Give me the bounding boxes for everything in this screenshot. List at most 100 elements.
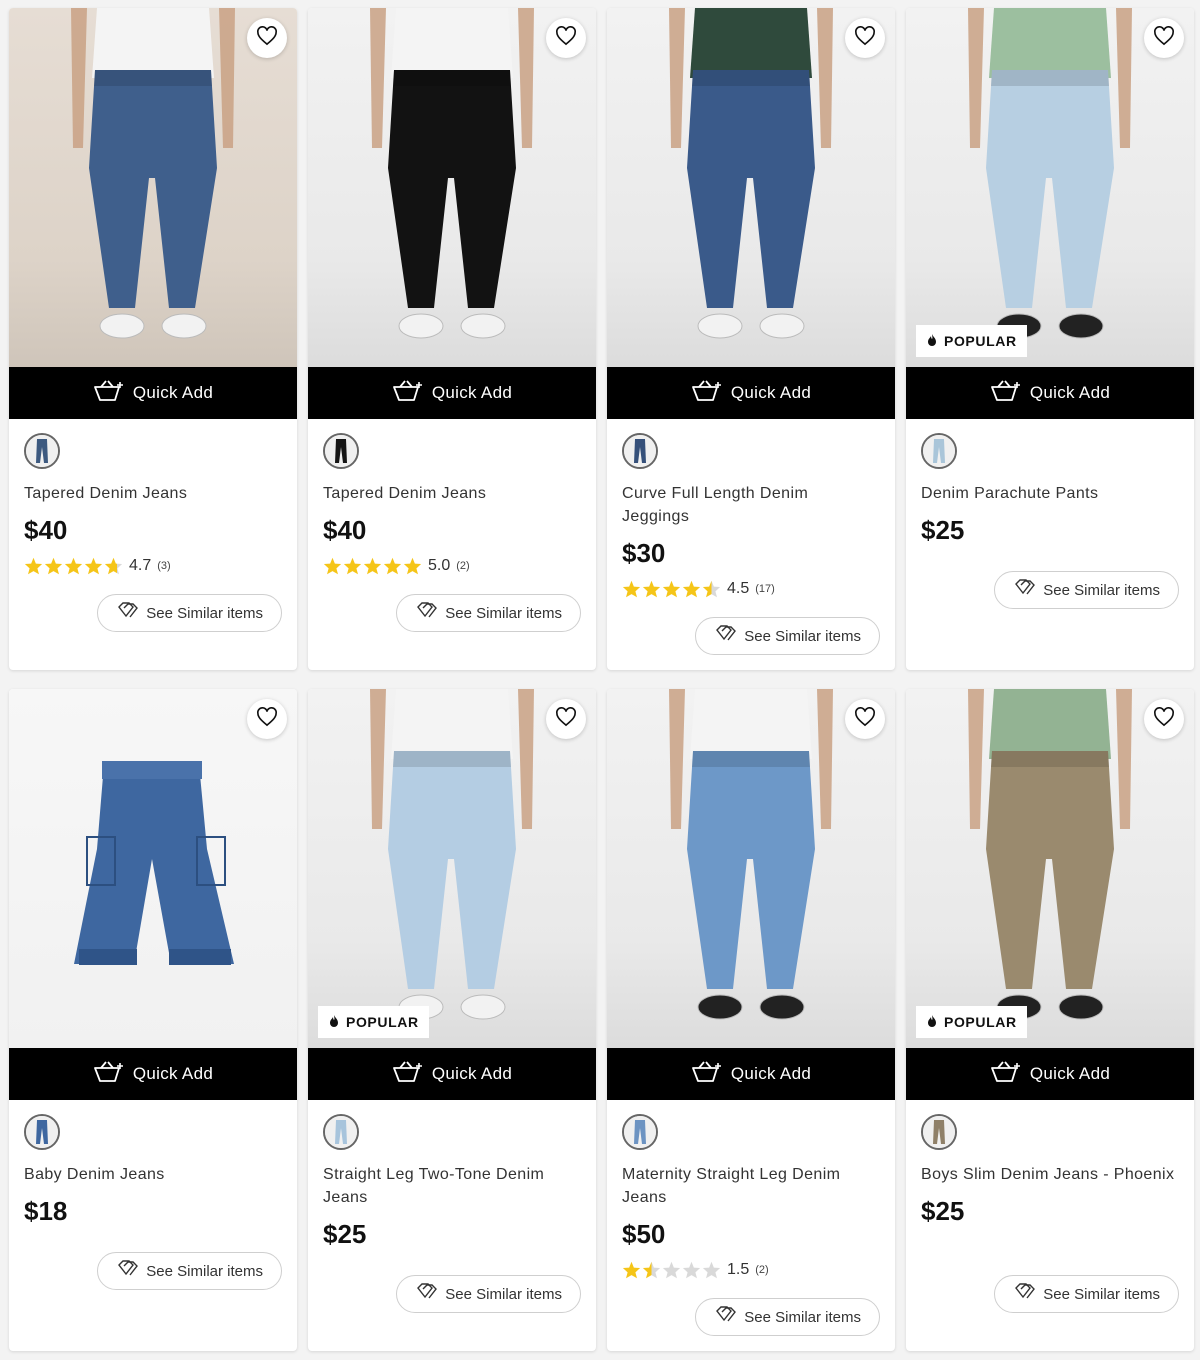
heart-icon bbox=[1153, 706, 1175, 732]
quick-add-button[interactable]: Quick Add bbox=[607, 1048, 895, 1100]
product-image bbox=[669, 8, 833, 339]
star-icon bbox=[682, 580, 701, 598]
quick-add-button[interactable]: Quick Add bbox=[9, 367, 297, 419]
see-similar-button[interactable]: See Similar items bbox=[994, 1275, 1179, 1313]
wishlist-button[interactable] bbox=[546, 18, 586, 58]
wishlist-button[interactable] bbox=[845, 18, 885, 58]
similar-icon bbox=[116, 1260, 140, 1282]
heart-icon bbox=[555, 25, 577, 51]
wishlist-button[interactable] bbox=[247, 699, 287, 739]
review-count: (2) bbox=[456, 560, 470, 572]
see-similar-button[interactable]: See Similar items bbox=[396, 594, 581, 632]
product-card[interactable]: Quick Add Curve Full Length Denim Jegging… bbox=[607, 8, 895, 670]
product-price: $18 bbox=[24, 1196, 68, 1226]
star-icon bbox=[104, 557, 123, 575]
product-card[interactable]: Quick Add Baby Denim Jeans $18 See Similar … bbox=[9, 689, 297, 1351]
product-price: $25 bbox=[921, 515, 965, 545]
quick-add-button[interactable]: Quick Add bbox=[9, 1048, 297, 1100]
heart-icon bbox=[256, 25, 278, 51]
quick-add-label: Quick Add bbox=[132, 1064, 214, 1083]
similar-icon bbox=[1013, 1283, 1037, 1305]
quick-add-button[interactable]: Quick Add bbox=[906, 1048, 1194, 1100]
heart-icon bbox=[555, 706, 577, 732]
see-similar-button[interactable]: See Similar items bbox=[97, 594, 282, 632]
product-image-area[interactable]: POPULAR bbox=[906, 8, 1194, 367]
product-name[interactable]: Tapered Denim Jeans bbox=[323, 482, 581, 505]
star-icon bbox=[44, 557, 63, 575]
heart-icon bbox=[1153, 25, 1175, 51]
see-similar-button[interactable]: See Similar items bbox=[97, 1252, 282, 1290]
product-price: $30 bbox=[622, 538, 666, 568]
product-name[interactable]: Maternity Straight Leg Denim Jeans bbox=[622, 1163, 880, 1209]
product-card[interactable]: POPULAR Quick Add Straight Leg Two-Tone De… bbox=[308, 689, 596, 1351]
see-similar-button[interactable]: See Similar items bbox=[994, 571, 1179, 609]
quick-add-label: Quick Add bbox=[431, 1064, 513, 1083]
color-swatch[interactable] bbox=[921, 1114, 957, 1150]
quick-add-label: Quick Add bbox=[1029, 383, 1111, 402]
product-name[interactable]: Baby Denim Jeans bbox=[24, 1163, 282, 1186]
star-icon bbox=[642, 1261, 661, 1279]
product-image-area[interactable] bbox=[308, 8, 596, 367]
product-card[interactable]: POPULAR Quick Add Boys Slim Denim Jeans - … bbox=[906, 689, 1194, 1351]
wishlist-button[interactable] bbox=[247, 18, 287, 58]
color-swatch[interactable] bbox=[24, 433, 60, 469]
color-swatch[interactable] bbox=[921, 433, 957, 469]
product-info: Tapered Denim Jeans $40 5.0 (2) See Similar … bbox=[308, 419, 596, 670]
color-swatch[interactable] bbox=[622, 433, 658, 469]
color-swatch[interactable] bbox=[622, 1114, 658, 1150]
product-price: $25 bbox=[921, 1196, 965, 1226]
rating[interactable]: 4.5 (17) bbox=[622, 579, 880, 599]
product-card[interactable]: Quick Add Tapered Denim Jeans $40 4.7 (3) See… bbox=[9, 8, 297, 670]
basket-icon bbox=[691, 379, 723, 407]
star-icon bbox=[622, 1261, 641, 1279]
product-name[interactable]: Tapered Denim Jeans bbox=[24, 482, 282, 505]
color-swatch[interactable] bbox=[24, 1114, 60, 1150]
product-image bbox=[669, 689, 833, 1020]
product-name[interactable]: Curve Full Length Denim Jeggings bbox=[622, 482, 880, 528]
quick-add-button[interactable]: Quick Add bbox=[906, 367, 1194, 419]
see-similar-button[interactable]: See Similar items bbox=[695, 1298, 880, 1336]
product-name[interactable]: Boys Slim Denim Jeans - Phoenix bbox=[921, 1163, 1179, 1186]
rating-score: 4.7 bbox=[129, 557, 152, 574]
see-similar-button[interactable]: See Similar items bbox=[695, 617, 880, 655]
wishlist-button[interactable] bbox=[845, 699, 885, 739]
flame-icon bbox=[926, 333, 938, 350]
wishlist-button[interactable] bbox=[546, 699, 586, 739]
product-image-area[interactable] bbox=[607, 8, 895, 367]
similar-icon bbox=[1013, 579, 1037, 601]
basket-icon bbox=[93, 1060, 125, 1088]
product-image-area[interactable] bbox=[9, 8, 297, 367]
product-image-area[interactable]: POPULAR bbox=[308, 689, 596, 1048]
product-image bbox=[74, 761, 234, 965]
product-image-area[interactable] bbox=[9, 689, 297, 1048]
see-similar-label: See Similar items bbox=[744, 1308, 861, 1326]
basket-icon bbox=[691, 1060, 723, 1088]
popular-badge: POPULAR bbox=[318, 1006, 429, 1038]
quick-add-button[interactable]: Quick Add bbox=[308, 1048, 596, 1100]
wishlist-button[interactable] bbox=[1144, 18, 1184, 58]
product-image-area[interactable] bbox=[607, 689, 895, 1048]
color-swatch[interactable] bbox=[323, 1114, 359, 1150]
rating[interactable]: 1.5 (2) bbox=[622, 1260, 880, 1280]
quick-add-button[interactable]: Quick Add bbox=[308, 367, 596, 419]
product-card[interactable]: Quick Add Maternity Straight Leg Denim Je… bbox=[607, 689, 895, 1351]
review-count: (2) bbox=[755, 1264, 769, 1276]
product-card[interactable]: Quick Add Tapered Denim Jeans $40 5.0 (2) See… bbox=[308, 8, 596, 670]
basket-icon bbox=[392, 1060, 424, 1088]
product-image bbox=[71, 8, 235, 339]
color-swatch[interactable] bbox=[323, 433, 359, 469]
wishlist-button[interactable] bbox=[1144, 699, 1184, 739]
rating[interactable]: 4.7 (3) bbox=[24, 556, 282, 576]
product-price: $40 bbox=[323, 515, 367, 545]
rating-stars bbox=[622, 1261, 721, 1279]
see-similar-button[interactable]: See Similar items bbox=[396, 1275, 581, 1313]
quick-add-button[interactable]: Quick Add bbox=[607, 367, 895, 419]
product-image-area[interactable]: POPULAR bbox=[906, 689, 1194, 1048]
product-name[interactable]: Straight Leg Two-Tone Denim Jeans bbox=[323, 1163, 581, 1209]
product-name[interactable]: Denim Parachute Pants bbox=[921, 482, 1179, 505]
rating[interactable]: 5.0 (2) bbox=[323, 556, 581, 576]
basket-icon bbox=[93, 379, 125, 407]
star-icon bbox=[702, 580, 721, 598]
product-card[interactable]: POPULAR Quick Add Denim Parachute Pants $25… bbox=[906, 8, 1194, 670]
similar-icon bbox=[714, 1306, 738, 1328]
